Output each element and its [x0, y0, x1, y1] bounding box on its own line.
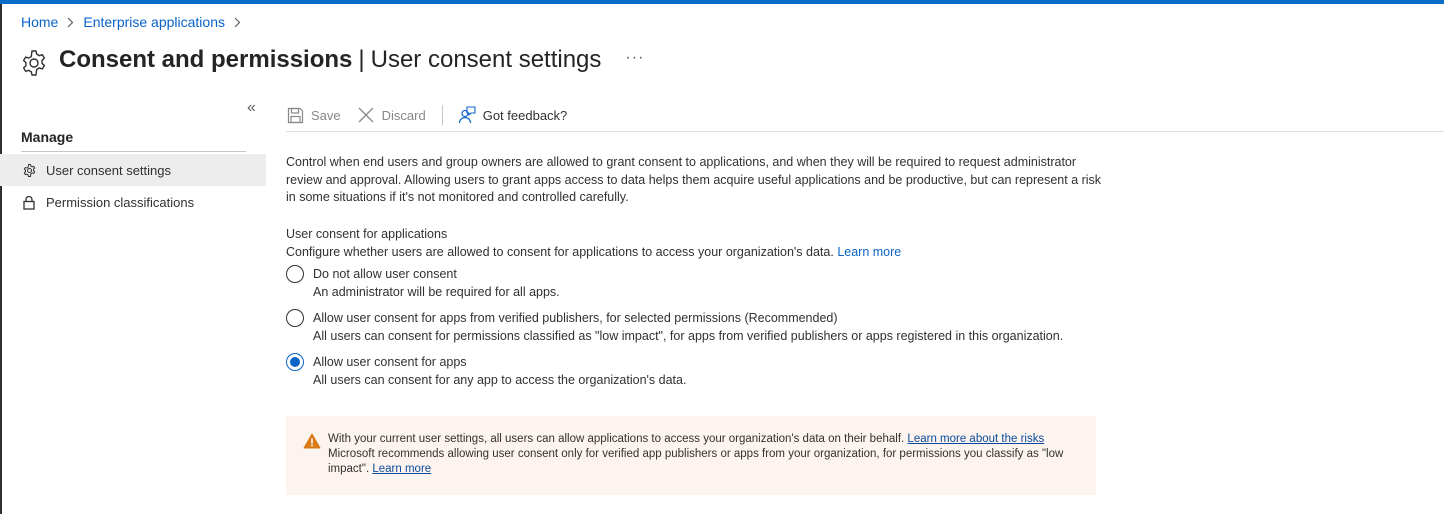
consent-section-title: User consent for applications [286, 227, 448, 241]
learn-more-link[interactable]: Learn more [837, 245, 901, 259]
sidebar-item-permission-classifications[interactable]: Permission classifications [0, 186, 266, 218]
title-separator: | [358, 46, 365, 73]
top-accent-bar [0, 0, 1444, 4]
feedback-label: Got feedback? [482, 107, 568, 123]
page-header: Consent and permissions | User consent set… [19, 42, 644, 78]
more-options-button[interactable]: ··· [625, 49, 644, 67]
breadcrumb-home-link[interactable]: Home [21, 14, 58, 30]
page-title-main: Consent and permissions [59, 46, 353, 73]
radio-option-hint: An administrator will be required for al… [313, 285, 560, 299]
radio-option-hint: All users can consent for any app to acc… [313, 373, 687, 387]
feedback-button[interactable]: Got feedback? [458, 106, 568, 124]
close-icon [357, 106, 375, 124]
save-icon [286, 106, 304, 124]
radio-option-text: Do not allow user consent An administrat… [313, 266, 560, 300]
discard-button[interactable]: Discard [357, 106, 426, 124]
window-left-edge [0, 4, 2, 514]
radio-dot [290, 357, 300, 367]
warning-learn-more-link[interactable]: Learn more [372, 463, 431, 475]
warning-banner: With your current user settings, all use… [286, 416, 1096, 495]
radio-button[interactable] [286, 309, 304, 327]
save-button[interactable]: Save [286, 106, 341, 124]
radio-option-text: Allow user consent for apps All users ca… [313, 354, 686, 388]
feedback-icon [458, 106, 476, 124]
consent-description-text: Configure whether users are allowed to c… [286, 245, 834, 259]
toolbar-separator [441, 105, 443, 125]
warning-line-1: With your current user settings, all use… [328, 433, 905, 445]
consent-option-allow-all[interactable]: Allow user consent for apps All users ca… [286, 353, 686, 388]
sidebar-item-user-consent-settings[interactable]: User consent settings [0, 154, 266, 186]
breadcrumb-enterprise-apps-link[interactable]: Enterprise applications [83, 14, 225, 30]
sidebar-heading: Manage [21, 129, 74, 145]
warning-text: With your current user settings, all use… [328, 432, 1076, 495]
sidebar-item-label: Permission classifications [46, 194, 195, 210]
radio-button-selected[interactable] [286, 353, 304, 371]
radio-option-text: Allow user consent for apps from verifie… [313, 310, 1063, 344]
chevron-right-icon [234, 17, 241, 28]
gear-icon [22, 50, 46, 76]
warning-line-2: Microsoft recommends allowing user conse… [328, 448, 1064, 475]
warning-icon [303, 433, 321, 449]
radio-option-hint: All users can consent for permissions cl… [313, 329, 1064, 343]
sidebar-item-label: User consent settings [46, 162, 172, 178]
discard-label: Discard [381, 107, 426, 123]
sidebar-divider [21, 151, 246, 152]
collapse-sidebar-button[interactable]: « [247, 99, 256, 117]
consent-section-description: Configure whether users are allowed to c… [286, 245, 901, 259]
consent-option-do-not-allow[interactable]: Do not allow user consent An administrat… [286, 265, 560, 300]
consent-option-verified-publishers[interactable]: Allow user consent for apps from verifie… [286, 309, 1063, 344]
radio-option-label: Allow user consent for apps [313, 355, 467, 369]
learn-more-risks-link[interactable]: Learn more about the risks [907, 433, 1044, 445]
radio-option-label: Do not allow user consent [313, 267, 457, 281]
save-label: Save [311, 107, 341, 123]
page-title-sub: User consent settings [370, 46, 602, 73]
command-bar: Save Discard Got feedback? [286, 100, 583, 130]
chevron-right-icon [67, 17, 74, 28]
radio-option-label: Allow user consent for apps from verifie… [313, 311, 838, 325]
lock-icon [21, 194, 37, 210]
intro-text: Control when end users and group owners … [286, 155, 1102, 204]
toolbar-divider [286, 131, 1444, 132]
radio-button[interactable] [286, 265, 304, 283]
breadcrumb: Home Enterprise applications [21, 13, 250, 31]
page-title: Consent and permissions | User consent set… [59, 46, 601, 74]
gear-icon [21, 162, 37, 178]
